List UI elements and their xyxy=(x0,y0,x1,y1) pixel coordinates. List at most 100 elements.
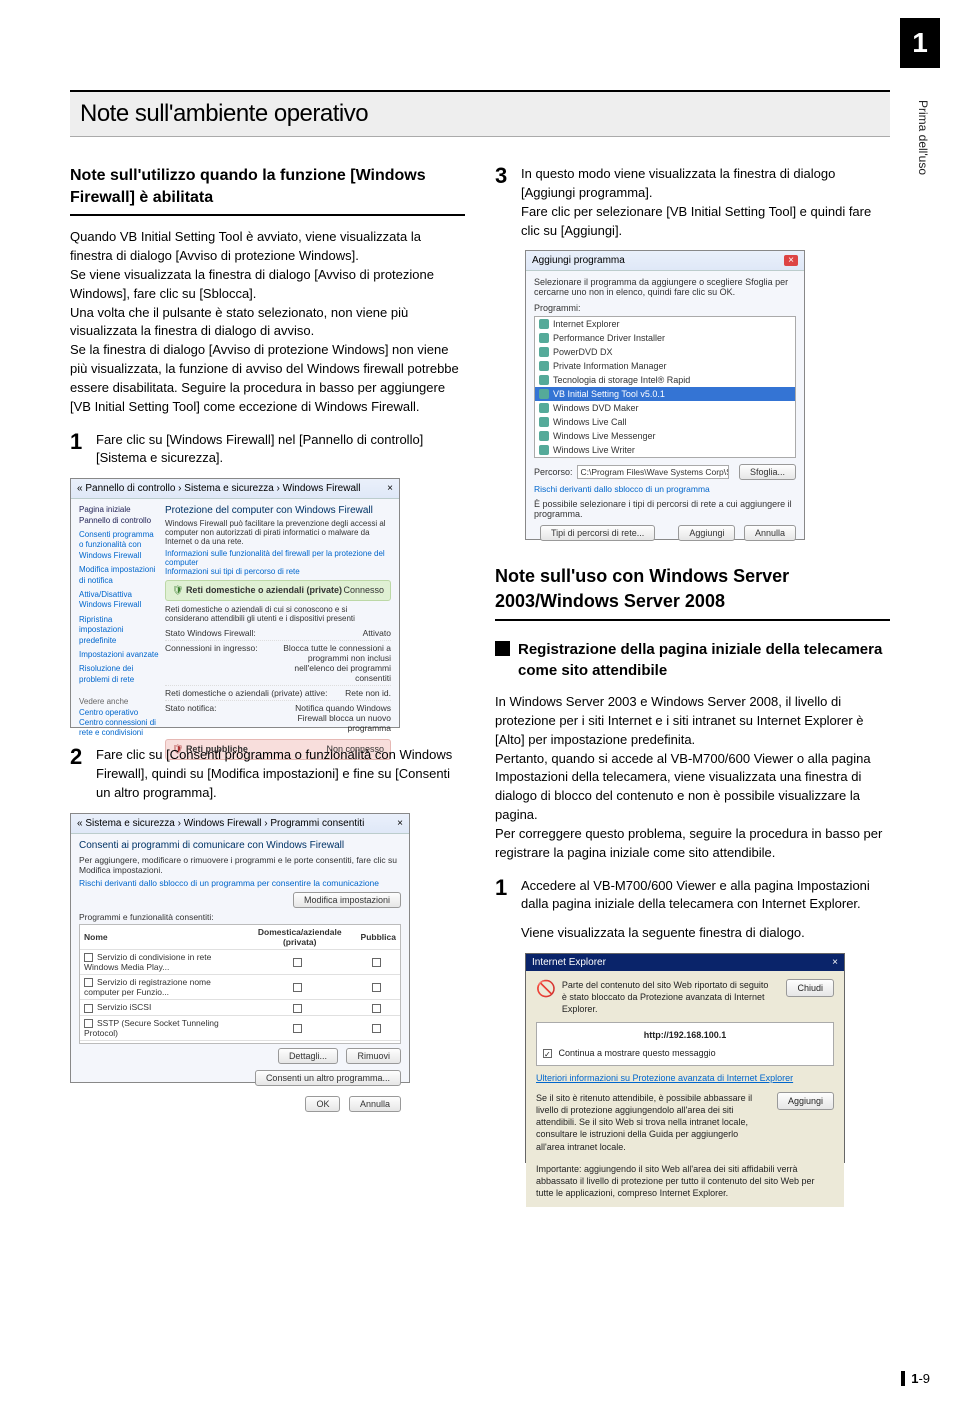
step-1b: 1 Accedere al VB-M700/600 Viewer e alla … xyxy=(495,877,890,944)
row-label: Stato Windows Firewall: xyxy=(165,628,256,638)
panel-desc: Per aggiungere, modificare o rimuovere i… xyxy=(79,855,401,875)
blocked-msg: Parte del contenuto del sito Web riporta… xyxy=(562,979,775,1015)
row-value: Notifica quando Windows Firewall blocca … xyxy=(271,703,391,733)
step-number: 2 xyxy=(70,746,88,803)
program-list-item[interactable]: PowerDVD DX xyxy=(535,345,795,359)
program-icon xyxy=(539,431,549,441)
program-icon xyxy=(539,319,549,329)
sidebar-heading: Vedere anche xyxy=(79,697,159,707)
close-button[interactable]: Chiudi xyxy=(786,979,834,997)
browse-button[interactable]: Sfoglia... xyxy=(739,464,796,480)
sidebar-link[interactable]: Centro operativo xyxy=(79,708,159,718)
program-list-item[interactable]: VB Initial Setting Tool v5.0.1 xyxy=(535,387,795,401)
program-icon xyxy=(539,417,549,427)
step-3: 3 In questo modo viene visualizzata la f… xyxy=(495,165,890,240)
breadcrumb: « Pannello di controllo › Sistema e sicu… xyxy=(77,483,360,494)
section-vertical-label: Prima dell'uso xyxy=(916,100,930,175)
sidebar-link[interactable]: Ripristina impostazioni predefinite xyxy=(79,615,159,646)
important-msg: Importante: aggiungendo il sito Web all'… xyxy=(536,1163,834,1199)
blocked-icon: 🚫 xyxy=(536,979,556,1001)
panel-title: Protezione del computer con Windows Fire… xyxy=(165,505,391,516)
program-list-item[interactable]: Private Information Manager xyxy=(535,359,795,373)
program-list-item[interactable]: Performance Driver Installer xyxy=(535,331,795,345)
program-icon xyxy=(539,333,549,343)
modify-settings-button[interactable]: Modifica impostazioni xyxy=(293,892,401,908)
sidebar-link[interactable]: Impostazioni avanzate xyxy=(79,650,159,660)
step-1-text: Fare clic su [Windows Firewall] nel [Pan… xyxy=(96,431,465,469)
shield-icon: 🛡 xyxy=(172,585,186,595)
risk-link[interactable]: Rischi derivanti dallo sblocco di un pro… xyxy=(534,484,796,494)
sidebar-link[interactable]: Consenti programma o funzionalità con Wi… xyxy=(79,530,159,561)
program-icon xyxy=(539,403,549,413)
panel-link[interactable]: Rischi derivanti dallo sblocco di un pro… xyxy=(79,878,401,888)
dialog-desc: Selezionare il programma da aggiungere o… xyxy=(534,277,796,297)
add-site-button[interactable]: Aggiungi xyxy=(777,1092,834,1110)
program-icon xyxy=(539,389,549,399)
more-info-link[interactable]: Ulteriori informazioni su Protezione ava… xyxy=(536,1072,834,1084)
screenshot-firewall-panel: « Pannello di controllo › Sistema e sicu… xyxy=(70,478,400,728)
program-list-item[interactable]: Internet Explorer xyxy=(535,317,795,331)
network-status: Connesso xyxy=(343,585,384,596)
screenshot-ie-dialog: Internet Explorer × 🚫 Parte del contenut… xyxy=(525,953,845,1163)
allow-another-button[interactable]: Consenti un altro programma... xyxy=(255,1070,401,1086)
row-label: Reti domestiche o aziendali (private) at… xyxy=(165,688,328,698)
panel-link[interactable]: Informazioni sulle funzionalità del fire… xyxy=(165,549,391,567)
close-icon[interactable]: × xyxy=(784,255,798,266)
details-button[interactable]: Dettagli... xyxy=(278,1048,338,1064)
sidebar-link[interactable]: Risoluzione dei problemi di rete xyxy=(79,664,159,685)
step-number: 1 xyxy=(495,877,513,944)
program-icon xyxy=(539,445,549,455)
cancel-button[interactable]: Annulla xyxy=(744,525,796,541)
footer-page: -9 xyxy=(918,1371,930,1386)
note-text: È possibile selezionare i tipi di percor… xyxy=(534,499,796,519)
program-icon xyxy=(539,375,549,385)
close-icon[interactable]: × xyxy=(397,818,403,829)
row-value: Blocca tutte le connessioni a programmi … xyxy=(271,643,391,683)
path-label: Percorso: xyxy=(534,467,573,477)
ok-button[interactable]: OK xyxy=(305,1096,340,1112)
sidebar-link[interactable]: Attiva/Disattiva Windows Firewall xyxy=(79,590,159,611)
left-column: Note sull'utilizzo quando la funzione [W… xyxy=(70,165,465,1181)
page-title: Note sull'ambiente operativo xyxy=(70,90,890,137)
panel-desc: Windows Firewall può facilitare la preve… xyxy=(165,519,391,546)
screenshot-add-program: Aggiungi programma × Selezionare il prog… xyxy=(525,250,805,540)
sidebar-link[interactable]: Modifica impostazioni di notifica xyxy=(79,565,159,586)
square-subheading: Registrazione della pagina iniziale dell… xyxy=(495,639,890,681)
step-3-text: In questo modo viene visualizzata la fin… xyxy=(521,165,890,240)
remove-button[interactable]: Rimuovi xyxy=(346,1048,401,1064)
program-list-item[interactable]: Windows Live Writer xyxy=(535,443,795,457)
close-icon[interactable]: × xyxy=(832,957,838,968)
right-column: 3 In questo modo viene visualizzata la f… xyxy=(495,165,890,1181)
firewall-intro-text: Quando VB Initial Setting Tool è avviato… xyxy=(70,228,465,416)
programs-label: Programmi: xyxy=(534,303,796,313)
network-desc: Reti domestiche o aziendali di cui si co… xyxy=(165,605,391,623)
dialog-title: Internet Explorer xyxy=(532,957,606,968)
continue-checkbox[interactable] xyxy=(543,1049,552,1058)
network-types-button[interactable]: Tipi di percorsi di rete... xyxy=(540,525,655,541)
trust-msg: Se il sito è ritenuto attendibile, è pos… xyxy=(536,1092,763,1153)
page-content: Note sull'ambiente operativo Note sull'u… xyxy=(70,90,890,1181)
page-footer: 1-9 xyxy=(901,1371,930,1386)
panel-link[interactable]: Informazioni sui tipi di percorso di ret… xyxy=(165,567,391,576)
row-label: Stato notifica: xyxy=(165,703,217,733)
step-2: 2 Fare clic su [Consenti programma o fun… xyxy=(70,746,465,803)
sidebar-link[interactable]: Pagina iniziale Pannello di controllo xyxy=(79,505,159,526)
row-label: Connessioni in ingresso: xyxy=(165,643,258,683)
path-field[interactable]: C:\Program Files\Wave Systems Corp\Secur… xyxy=(577,465,729,479)
add-button[interactable]: Aggiungi xyxy=(678,525,735,541)
step-1: 1 Fare clic su [Windows Firewall] nel [P… xyxy=(70,431,465,469)
close-icon[interactable]: × xyxy=(387,483,393,494)
program-list-item[interactable]: Windows DVD Maker xyxy=(535,401,795,415)
program-list-item[interactable]: Tecnologia di storage Intel® Rapid xyxy=(535,373,795,387)
step-2-text: Fare clic su [Consenti programma o funzi… xyxy=(96,746,465,803)
dialog-title: Aggiungi programma xyxy=(532,255,625,266)
row-value: Attivato xyxy=(363,628,391,638)
program-list-item[interactable]: Windows Live Messenger xyxy=(535,429,795,443)
panel-title: Consenti ai programmi di comunicare con … xyxy=(79,840,401,851)
cancel-button[interactable]: Annulla xyxy=(349,1096,401,1112)
program-list-item[interactable]: Windows Live Call xyxy=(535,415,795,429)
step-number: 3 xyxy=(495,165,513,240)
footer-chapter: 1 xyxy=(901,1371,918,1386)
sidebar-link[interactable]: Centro connessioni di rete e condivision… xyxy=(79,718,159,739)
breadcrumb: « Sistema e sicurezza › Windows Firewall… xyxy=(77,818,364,829)
